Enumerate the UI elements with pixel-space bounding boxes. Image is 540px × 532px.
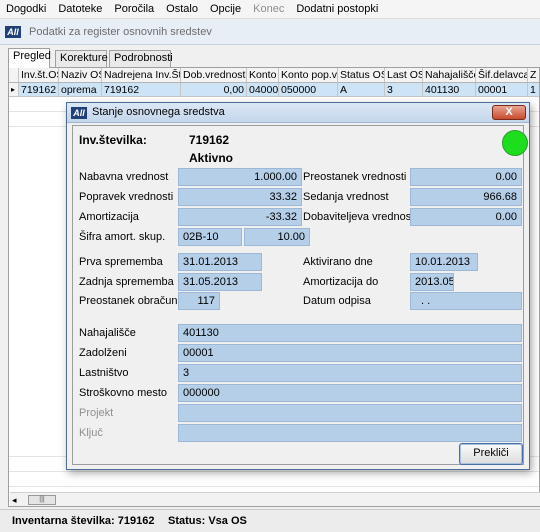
inv-number-value: 719162	[189, 133, 230, 147]
table-cell[interactable]: 00001	[476, 83, 528, 96]
kljuc-label: Ključ	[79, 427, 103, 439]
app-logo-icon: AII	[71, 107, 87, 119]
table-cell[interactable]: 1	[528, 83, 539, 96]
dobavitelj-field[interactable]: 0.00	[410, 208, 522, 226]
table-cell[interactable]: 719162	[19, 83, 59, 96]
popravek-field[interactable]: 33.32	[178, 188, 302, 206]
menu-dogodki[interactable]: Dogodki	[0, 0, 52, 19]
strosek-label: Stroškovno mesto	[79, 387, 168, 399]
amortizacija-label: Amortizacija	[79, 211, 139, 223]
menu-konec: Konec	[253, 2, 285, 15]
grid-header: Inv.št.OS Naziv OS Nadrejena Inv.Št. Dob…	[9, 68, 539, 83]
menu-datoteke[interactable]: Datoteke	[52, 0, 108, 19]
popravek-label: Popravek vrednosti	[79, 191, 174, 203]
status-inventory-number: Inventarna številka: 719162	[12, 515, 155, 527]
column-header[interactable]: Konto	[247, 68, 279, 82]
dialog-title: Stanje osnovnega sredstva	[92, 106, 225, 118]
app-title-bar: AII Podatki za register osnovnih sredste…	[0, 20, 540, 45]
table-cell[interactable]: oprema	[59, 83, 102, 96]
column-header[interactable]: Nadrejena Inv.Št.	[102, 68, 181, 82]
grid-header-indicator	[9, 68, 19, 82]
cancel-button[interactable]: Prekliči	[459, 443, 523, 465]
menu-porocila[interactable]: Poročila	[108, 0, 160, 19]
obracunov-field[interactable]: 117	[178, 292, 220, 310]
table-cell[interactable]: 050000	[279, 83, 338, 96]
table-cell[interactable]: 0,00	[181, 83, 247, 96]
aktivirano-label: Aktivirano dne	[303, 256, 373, 268]
amortdo-field[interactable]: 2013.05	[410, 273, 454, 291]
zadolzeni-field[interactable]: 00001	[178, 344, 522, 362]
column-header[interactable]: Last OS	[385, 68, 423, 82]
dobavitelj-label: Dobaviteljeva vrednost	[303, 211, 415, 223]
preostanek-field[interactable]: 0.00	[410, 168, 522, 186]
horizontal-scrollbar[interactable]: ◂ |||	[10, 492, 540, 506]
zadolzeni-label: Zadolženi	[79, 347, 127, 359]
nabavna-label: Nabavna vrednost	[79, 171, 169, 183]
sedanja-field[interactable]: 966.68	[410, 188, 522, 206]
empty-row	[9, 473, 539, 487]
nahajalisce-label: Nahajališče	[79, 327, 136, 339]
menu-ostalo[interactable]: Ostalo	[160, 0, 204, 19]
prva-label: Prva sprememba	[79, 256, 163, 268]
nabavna-field[interactable]: 1.000.00	[178, 168, 302, 186]
menu-opcije[interactable]: Opcije	[204, 0, 247, 19]
table-cell[interactable]: 719162	[102, 83, 181, 96]
prva-field[interactable]: 31.01.2013	[178, 253, 262, 271]
dialog-title-bar: AII Stanje osnovnega sredstva X	[67, 103, 529, 123]
column-header[interactable]: Naziv OS	[59, 68, 102, 82]
status-filter: Status: Vsa OS	[168, 515, 247, 527]
aktivirano-field[interactable]: 10.01.2013	[410, 253, 478, 271]
row-indicator-icon: ▸	[9, 83, 19, 96]
tab-podrobnosti[interactable]: Podrobnosti	[109, 50, 173, 67]
close-button[interactable]: X	[492, 105, 526, 120]
asset-state: Aktivno	[189, 151, 234, 165]
strosek-field[interactable]: 000000	[178, 384, 522, 402]
column-header[interactable]: Dob.vrednost	[181, 68, 247, 82]
sifra-code-field[interactable]: 02B-10	[178, 228, 242, 246]
sifra-rate-field[interactable]: 10.00	[244, 228, 310, 246]
menu-bar: Dogodki Datoteke Poročila Ostalo Opcije …	[0, 0, 540, 19]
kljuc-field[interactable]	[178, 424, 522, 442]
table-cell[interactable]: 3	[385, 83, 423, 96]
projekt-field[interactable]	[178, 404, 522, 422]
lastnistvo-label: Lastništvo	[79, 367, 129, 379]
status-bar: Inventarna številka: 719162 Status: Vsa …	[0, 509, 540, 532]
column-header[interactable]: Status OS	[338, 68, 385, 82]
projekt-label: Projekt	[79, 407, 114, 419]
dialog-panel: Inv.številka: 719162 Aktivno Nabavna vre…	[72, 125, 528, 465]
zadnja-field[interactable]: 31.05.2013	[178, 273, 262, 291]
obracunov-label: Preostanek obračunov	[79, 295, 190, 307]
status-indicator-icon	[502, 130, 528, 156]
inv-number-label: Inv.številka:	[79, 133, 147, 147]
asset-state-dialog: AII Stanje osnovnega sredstva X Inv.štev…	[66, 102, 530, 470]
table-cell[interactable]: 040000	[247, 83, 279, 96]
scroll-left-icon[interactable]: ◂	[12, 494, 17, 506]
column-header[interactable]: Nahajališče	[423, 68, 476, 82]
column-header[interactable]: Šif.delavca	[476, 68, 528, 82]
scroll-thumb[interactable]: |||	[28, 495, 56, 505]
app-logo-icon: AII	[5, 26, 21, 38]
preostanek-label: Preostanek vrednosti	[303, 171, 407, 183]
sedanja-label: Sedanja vrednost	[303, 191, 389, 203]
zadnja-label: Zadnja sprememba	[79, 276, 174, 288]
column-header[interactable]: Konto pop.v.	[279, 68, 338, 82]
nahajalisce-field[interactable]: 401130	[178, 324, 522, 342]
tab-korekture[interactable]: Korekture	[55, 50, 108, 67]
odpis-label: Datum odpisa	[303, 295, 371, 307]
amortdo-label: Amortizacija do	[303, 276, 379, 288]
menu-dodatni-postopki[interactable]: Dodatni postopki	[290, 0, 384, 19]
table-cell[interactable]: 401130	[423, 83, 476, 96]
table-row[interactable]: ▸ 719162 oprema 719162 0,00 040000 05000…	[9, 83, 539, 97]
table-cell[interactable]: A	[338, 83, 385, 96]
app-title: Podatki za register osnovnih sredstev	[29, 26, 212, 38]
column-header[interactable]: Z	[528, 68, 539, 82]
odpis-field[interactable]: . .	[410, 292, 522, 310]
tab-pregled[interactable]: Pregled	[8, 48, 51, 68]
amortizacija-field[interactable]: -33.32	[178, 208, 302, 226]
lastnistvo-field[interactable]: 3	[178, 364, 522, 382]
sifra-label: Šifra amort. skup.	[79, 231, 166, 243]
column-header[interactable]: Inv.št.OS	[19, 68, 59, 82]
